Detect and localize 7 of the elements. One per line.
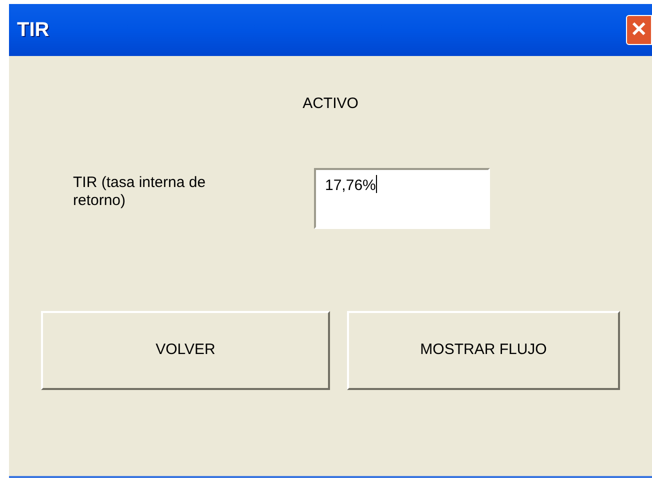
field-label: TIR (tasa interna de retorno) [73, 172, 207, 210]
window-title: TIR [17, 18, 50, 43]
dialog-button[interactable]: MOSTRAR FLUJO [347, 310, 620, 390]
dialog-button[interactable]: VOLVER [41, 310, 330, 390]
heading-text: ACTIVO [302, 94, 358, 114]
input-field[interactable]: 17,76% [314, 168, 490, 228]
close-button[interactable]: ✕ [626, 15, 652, 45]
